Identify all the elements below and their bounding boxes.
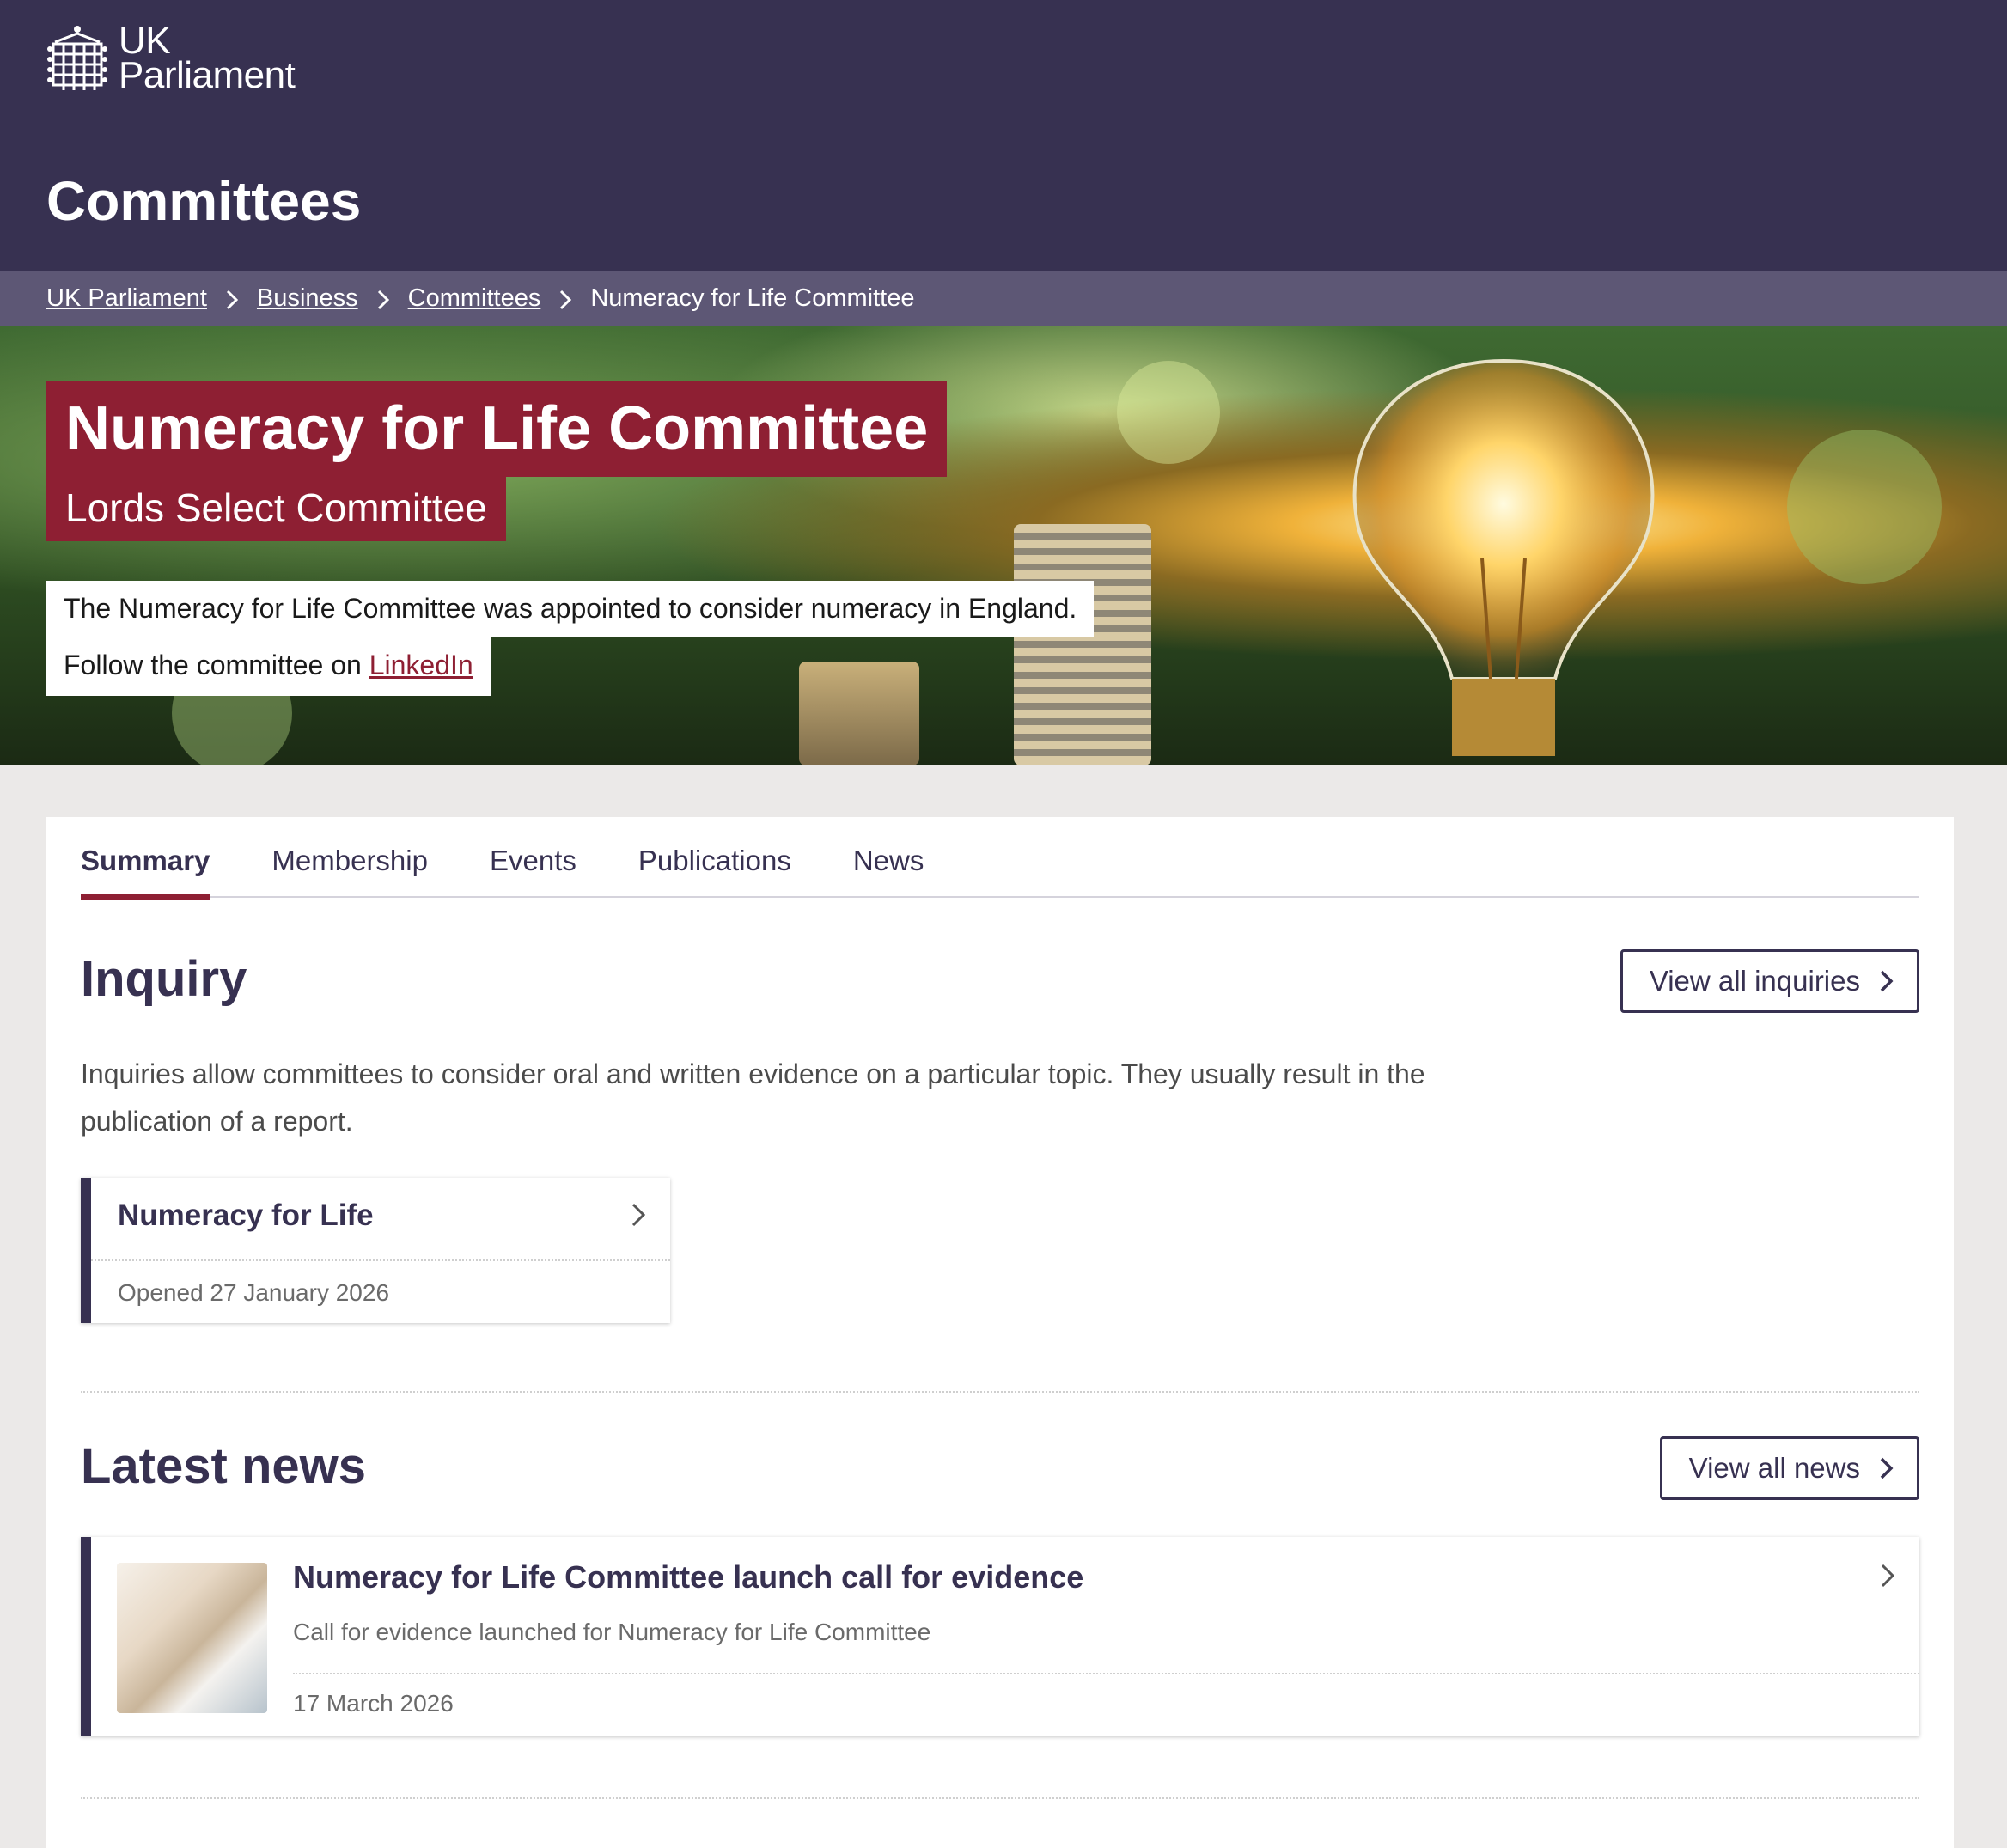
light-bulb-image [1352,358,1655,756]
breadcrumb-current: Numeracy for Life Committee [590,284,915,312]
section-bar: Committees [0,131,2007,271]
committee-description: The Numeracy for Life Committee was appo… [46,581,1095,637]
tab-events[interactable]: Events [490,817,576,898]
committee-follow: Follow the committee on LinkedIn [46,637,491,696]
inquiry-card-date: Opened 27 January 2026 [118,1279,390,1306]
card-divider [293,1673,1919,1674]
committee-title: Numeracy for Life Committee [46,381,948,477]
inquiry-card-title: Numeracy for Life [118,1198,374,1232]
logo-text: UK Parliament [119,20,296,96]
view-all-inquiries-button[interactable]: View all inquiries [1620,949,1919,1013]
logo-line-1: UK [119,20,171,62]
news-thumbnail [117,1563,267,1713]
breadcrumb-link-uk-parliament[interactable]: UK Parliament [46,284,207,313]
chevron-right-icon [224,285,240,312]
news-card-date: 17 March 2026 [293,1690,454,1717]
chevron-right-icon [558,285,573,312]
news-card-description: Call for evidence launched for Numeracy … [293,1619,931,1645]
tab-membership[interactable]: Membership [271,817,428,898]
view-all-inquiries-label: View all inquiries [1649,965,1860,997]
tab-news[interactable]: News [853,817,924,898]
chevron-right-icon [375,285,391,312]
chevron-right-icon [1881,1564,1895,1588]
portcullis-icon [47,26,107,90]
bokeh-light [1117,361,1220,464]
chevron-right-icon [1880,970,1894,992]
section-divider [81,1797,1919,1799]
uk-parliament-logo[interactable]: UK Parliament [46,20,296,96]
site-header: UK Parliament [0,0,2007,131]
tab-publications[interactable]: Publications [638,817,791,898]
coin-stack [799,662,919,765]
follow-prefix: Follow the committee on [64,650,369,680]
breadcrumb-link-business[interactable]: Business [257,284,358,313]
chevron-right-icon [1880,1457,1894,1479]
main-content-card: Summary Membership Events Publications N… [46,817,1954,1848]
section-title[interactable]: Committees [46,169,361,233]
view-all-news-button[interactable]: View all news [1659,1436,1919,1500]
bokeh-light [1787,430,1942,584]
hero-banner: Numeracy for Life Committee Lords Select… [0,326,2007,765]
news-card-title: Numeracy for Life Committee launch call … [293,1559,1084,1595]
latest-news-heading: Latest news [81,1438,366,1494]
breadcrumb-link-committees[interactable]: Committees [408,284,541,313]
logo-line-2: Parliament [119,54,296,96]
tab-summary[interactable]: Summary [81,817,210,900]
linkedin-link[interactable]: LinkedIn [369,650,473,680]
coin-stack [1014,524,1151,765]
inquiry-heading: Inquiry [81,951,247,1007]
inquiry-intro: Inquiries allow committees to consider o… [81,1058,1425,1137]
section-divider [81,1391,1919,1393]
chevron-right-icon [631,1203,646,1227]
card-divider [91,1259,670,1261]
inquiry-card[interactable]: Numeracy for Life Opened 27 January 2026 [81,1178,670,1323]
view-all-news-label: View all news [1688,1452,1860,1484]
tab-bar: Summary Membership Events Publications N… [81,817,1919,900]
breadcrumb: UK Parliament Business Committees Numera… [0,271,2007,326]
committee-subtitle: Lords Select Committee [46,477,506,541]
news-card[interactable]: Numeracy for Life Committee launch call … [81,1537,1919,1736]
